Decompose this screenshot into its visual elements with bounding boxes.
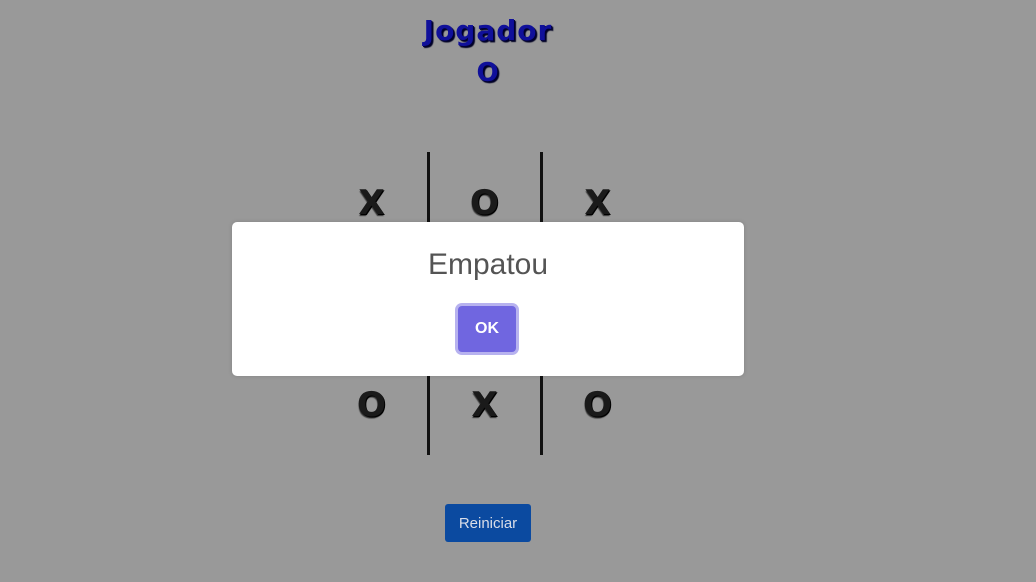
game-stage: Jogador O X O X O X O Empatou OK Reinici… [0, 0, 1036, 582]
current-player-symbol: O [476, 58, 500, 88]
restart-button[interactable]: Reiniciar [445, 504, 531, 542]
ok-button[interactable]: OK [458, 306, 516, 352]
player-title: Jogador [423, 14, 553, 47]
result-message: Empatou [427, 248, 549, 281]
result-dialog: Empatou OK [232, 222, 744, 376]
